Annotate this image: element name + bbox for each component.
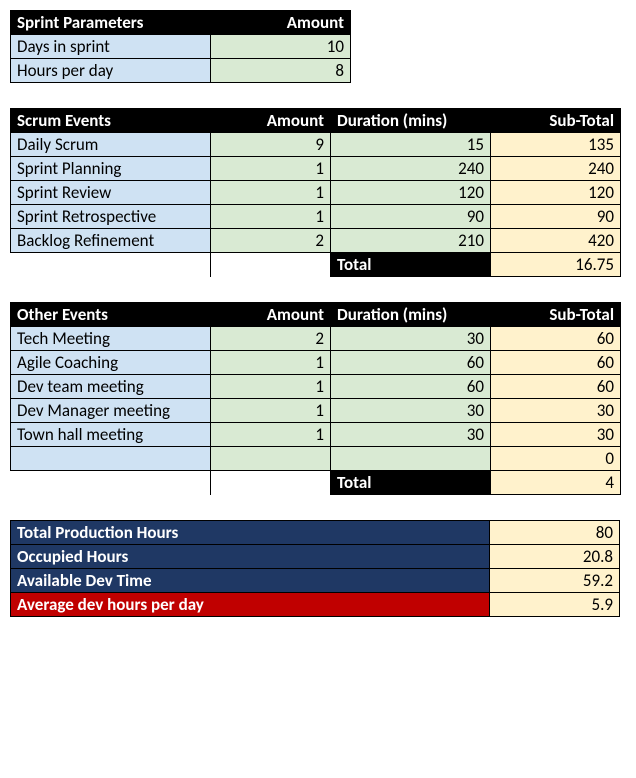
total-value: 16.75: [491, 253, 621, 277]
header-amount: Amount: [211, 109, 331, 133]
header-duration: Duration (mins): [331, 109, 491, 133]
event-subtotal: 0: [491, 447, 621, 471]
table-row: Town hall meeting13030: [11, 423, 621, 447]
event-amount: 1: [211, 375, 331, 399]
total-value: 4: [491, 471, 621, 495]
total-row: Total 4: [11, 471, 621, 495]
event-subtotal: 30: [491, 399, 621, 423]
summary-label: Occupied Hours: [11, 545, 490, 569]
event-name: Sprint Review: [11, 181, 211, 205]
summary-value: 5.9: [490, 593, 620, 617]
summary-value: 80: [490, 521, 620, 545]
event-name: Dev Manager meeting: [11, 399, 211, 423]
table-row: Sprint Review1120120: [11, 181, 621, 205]
param-name: Days in sprint: [11, 35, 211, 59]
event-name: Sprint Planning: [11, 157, 211, 181]
event-duration: 60: [331, 351, 491, 375]
event-duration: 90: [331, 205, 491, 229]
table-row: Dev Manager meeting13030: [11, 399, 621, 423]
summary-label: Average dev hours per day: [11, 593, 490, 617]
scrum-events-table: Scrum Events Amount Duration (mins) Sub-…: [10, 108, 621, 277]
table-row: Tech Meeting23060: [11, 327, 621, 351]
event-subtotal: 135: [491, 133, 621, 157]
event-subtotal: 30: [491, 423, 621, 447]
table-row: Dev team meeting16060: [11, 375, 621, 399]
event-duration: 30: [331, 423, 491, 447]
header-subtotal: Sub-Total: [491, 303, 621, 327]
param-amount: 8: [211, 59, 351, 83]
event-duration: 30: [331, 327, 491, 351]
table-row: Hours per day 8: [11, 59, 351, 83]
event-name: Town hall meeting: [11, 423, 211, 447]
event-duration: 240: [331, 157, 491, 181]
table-row: Sprint Planning1240240: [11, 157, 621, 181]
param-name: Hours per day: [11, 59, 211, 83]
header-sprint-parameters: Sprint Parameters: [11, 11, 211, 35]
sprint-parameters-table: Sprint Parameters Amount Days in sprint …: [10, 10, 351, 83]
event-duration: [331, 447, 491, 471]
table-row: Days in sprint 10: [11, 35, 351, 59]
event-subtotal: 420: [491, 229, 621, 253]
event-name: Sprint Retrospective: [11, 205, 211, 229]
param-amount: 10: [211, 35, 351, 59]
event-subtotal: 240: [491, 157, 621, 181]
event-duration: 30: [331, 399, 491, 423]
event-amount: 1: [211, 157, 331, 181]
event-duration: 210: [331, 229, 491, 253]
total-label: Total: [331, 471, 491, 495]
event-name: Backlog Refinement: [11, 229, 211, 253]
header-subtotal: Sub-Total: [491, 109, 621, 133]
table-row: Daily Scrum915135: [11, 133, 621, 157]
event-name: [11, 447, 211, 471]
total-row: Total 16.75: [11, 253, 621, 277]
table-row: Sprint Retrospective19090: [11, 205, 621, 229]
event-amount: 1: [211, 181, 331, 205]
other-events-table: Other Events Amount Duration (mins) Sub-…: [10, 302, 621, 495]
event-amount: 1: [211, 351, 331, 375]
table-row: Backlog Refinement2210420: [11, 229, 621, 253]
summary-row: Average dev hours per day5.9: [11, 593, 620, 617]
event-subtotal: 90: [491, 205, 621, 229]
event-amount: 1: [211, 423, 331, 447]
event-name: Agile Coaching: [11, 351, 211, 375]
event-duration: 60: [331, 375, 491, 399]
summary-row: Occupied Hours20.8: [11, 545, 620, 569]
event-duration: 120: [331, 181, 491, 205]
event-amount: 1: [211, 205, 331, 229]
header-other-events: Other Events: [11, 303, 211, 327]
total-label: Total: [331, 253, 491, 277]
event-subtotal: 60: [491, 327, 621, 351]
summary-label: Total Production Hours: [11, 521, 490, 545]
table-row: 0: [11, 447, 621, 471]
summary-label: Available Dev Time: [11, 569, 490, 593]
event-amount: 1: [211, 399, 331, 423]
summary-row: Total Production Hours80: [11, 521, 620, 545]
header-amount: Amount: [211, 11, 351, 35]
event-amount: 2: [211, 229, 331, 253]
summary-value: 20.8: [490, 545, 620, 569]
event-amount: 2: [211, 327, 331, 351]
event-amount: 9: [211, 133, 331, 157]
event-name: Dev team meeting: [11, 375, 211, 399]
summary-row: Available Dev Time59.2: [11, 569, 620, 593]
event-subtotal: 60: [491, 375, 621, 399]
event-name: Daily Scrum: [11, 133, 211, 157]
event-subtotal: 120: [491, 181, 621, 205]
event-name: Tech Meeting: [11, 327, 211, 351]
event-subtotal: 60: [491, 351, 621, 375]
summary-table: Total Production Hours80 Occupied Hours2…: [10, 520, 620, 617]
event-amount: [211, 447, 331, 471]
header-duration: Duration (mins): [331, 303, 491, 327]
header-amount: Amount: [211, 303, 331, 327]
table-row: Agile Coaching16060: [11, 351, 621, 375]
summary-value: 59.2: [490, 569, 620, 593]
header-scrum-events: Scrum Events: [11, 109, 211, 133]
event-duration: 15: [331, 133, 491, 157]
